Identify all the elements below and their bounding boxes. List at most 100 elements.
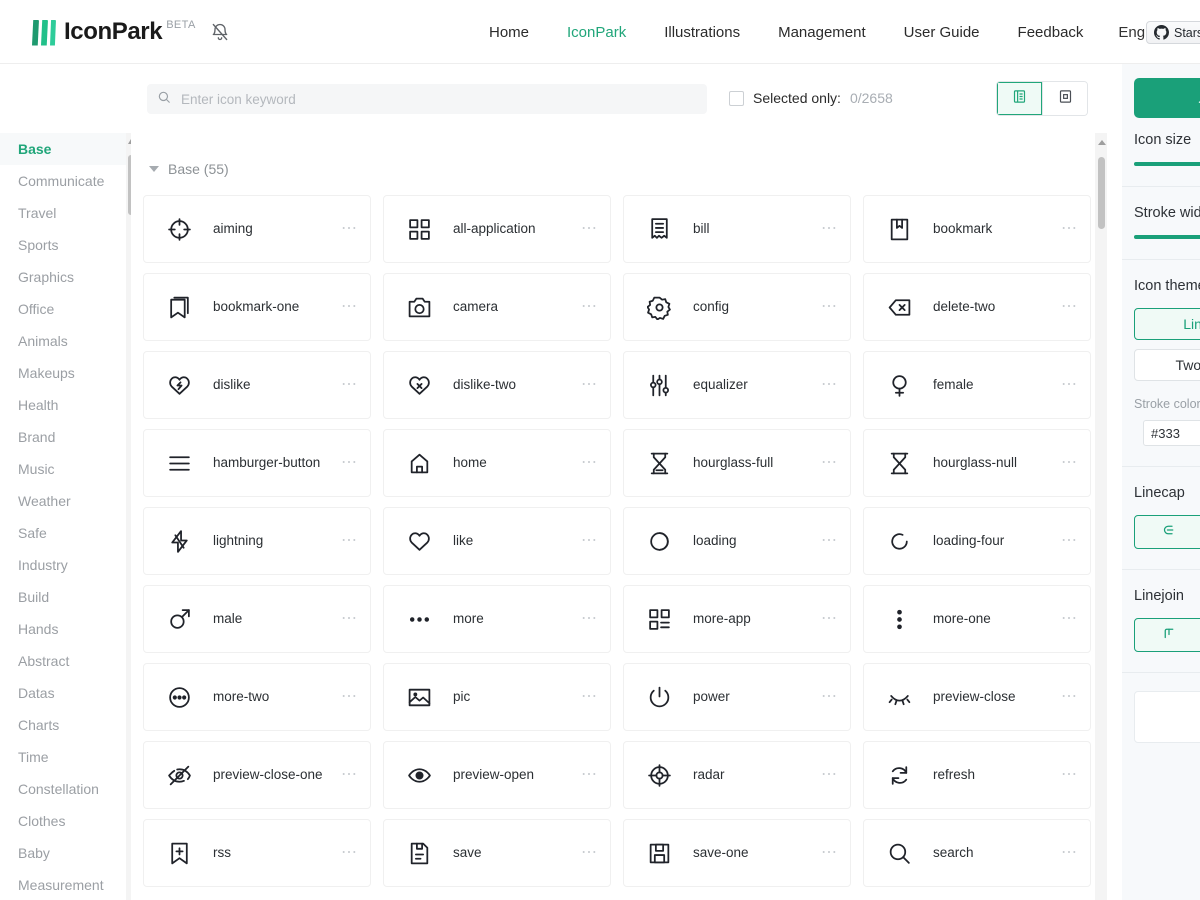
grid-scrollbar[interactable] (1095, 133, 1107, 900)
sidebar-item-weather[interactable]: Weather (0, 485, 129, 517)
sidebar-item-hands[interactable]: Hands (0, 613, 129, 645)
icon-cell[interactable]: hamburger-button ⋯ (143, 429, 371, 497)
stroke-color-input[interactable] (1143, 420, 1200, 446)
selected-only-checkbox[interactable] (729, 90, 744, 106)
icon-cell[interactable]: rss ⋯ (143, 819, 371, 887)
icon-more-button[interactable]: ⋯ (1061, 845, 1078, 861)
icon-more-button[interactable]: ⋯ (821, 299, 838, 315)
icon-more-button[interactable]: ⋯ (821, 533, 838, 549)
stroke-width-slider[interactable] (1134, 235, 1200, 239)
icon-cell[interactable]: dislike ⋯ (143, 351, 371, 419)
linejoin-miter-button[interactable] (1134, 618, 1200, 652)
icon-size-slider[interactable] (1134, 162, 1200, 166)
search-box[interactable] (147, 84, 707, 114)
icon-cell[interactable]: hourglass-full ⋯ (623, 429, 851, 497)
icon-more-button[interactable]: ⋯ (1061, 221, 1078, 237)
icon-cell[interactable]: radar ⋯ (623, 741, 851, 809)
icon-more-button[interactable]: ⋯ (581, 845, 598, 861)
icon-cell[interactable]: preview-close ⋯ (863, 663, 1091, 731)
icon-cell[interactable]: loading-four ⋯ (863, 507, 1091, 575)
sidebar-item-charts[interactable]: Charts (0, 709, 129, 741)
nav-item-management[interactable]: Management (759, 24, 885, 41)
icon-cell[interactable]: config ⋯ (623, 273, 851, 341)
icon-cell[interactable]: bookmark ⋯ (863, 195, 1091, 263)
sidebar-item-constellation[interactable]: Constellation (0, 773, 129, 805)
icon-more-button[interactable]: ⋯ (341, 377, 358, 393)
search-input[interactable] (181, 91, 697, 107)
nav-item-home[interactable]: Home (470, 24, 548, 41)
icon-cell[interactable]: pic ⋯ (383, 663, 611, 731)
icon-more-button[interactable]: ⋯ (581, 611, 598, 627)
icon-more-button[interactable]: ⋯ (341, 689, 358, 705)
sidebar-item-health[interactable]: Health (0, 389, 129, 421)
icon-cell[interactable]: aiming ⋯ (143, 195, 371, 263)
sidebar-item-industry[interactable]: Industry (0, 549, 129, 581)
github-stars-button[interactable]: Stars (1146, 21, 1200, 44)
icon-cell[interactable]: more-one ⋯ (863, 585, 1091, 653)
nav-item-feedback[interactable]: Feedback (999, 24, 1103, 41)
icon-more-button[interactable]: ⋯ (1061, 689, 1078, 705)
icon-cell[interactable]: delete-two ⋯ (863, 273, 1091, 341)
sidebar-item-measurement[interactable]: Measurement (0, 869, 129, 900)
sidebar-item-sports[interactable]: Sports (0, 229, 129, 261)
theme-twotone-button[interactable]: Two-to (1134, 349, 1200, 381)
sidebar-item-travel[interactable]: Travel (0, 197, 129, 229)
icon-more-button[interactable]: ⋯ (581, 767, 598, 783)
icon-more-button[interactable]: ⋯ (581, 689, 598, 705)
icon-more-button[interactable]: ⋯ (821, 377, 838, 393)
icon-cell[interactable]: like ⋯ (383, 507, 611, 575)
icon-more-button[interactable]: ⋯ (581, 533, 598, 549)
icon-more-button[interactable]: ⋯ (1061, 299, 1078, 315)
sidebar-item-datas[interactable]: Datas (0, 677, 129, 709)
icon-more-button[interactable]: ⋯ (1061, 377, 1078, 393)
icon-more-button[interactable]: ⋯ (341, 221, 358, 237)
sidebar-item-base[interactable]: Base (0, 133, 129, 165)
icon-cell[interactable]: power ⋯ (623, 663, 851, 731)
icon-more-button[interactable]: ⋯ (1061, 611, 1078, 627)
icon-more-button[interactable]: ⋯ (821, 689, 838, 705)
icon-more-button[interactable]: ⋯ (341, 767, 358, 783)
icon-cell[interactable]: more ⋯ (383, 585, 611, 653)
sidebar-item-office[interactable]: Office (0, 293, 129, 325)
nav-item-iconpark[interactable]: IconPark (548, 24, 645, 41)
icon-cell[interactable]: bookmark-one ⋯ (143, 273, 371, 341)
icon-more-button[interactable]: ⋯ (821, 455, 838, 471)
icon-more-button[interactable]: ⋯ (1061, 767, 1078, 783)
sidebar-item-clothes[interactable]: Clothes (0, 805, 129, 837)
sidebar-item-brand[interactable]: Brand (0, 421, 129, 453)
icon-cell[interactable]: search ⋯ (863, 819, 1091, 887)
view-mode-list-button[interactable] (997, 82, 1042, 115)
icon-more-button[interactable]: ⋯ (581, 377, 598, 393)
nav-item-illustrations[interactable]: Illustrations (645, 24, 759, 41)
sidebar-item-build[interactable]: Build (0, 581, 129, 613)
icon-cell[interactable]: preview-close-one ⋯ (143, 741, 371, 809)
icon-cell[interactable]: more-app ⋯ (623, 585, 851, 653)
icon-cell[interactable]: female ⋯ (863, 351, 1091, 419)
icon-more-button[interactable]: ⋯ (821, 221, 838, 237)
category-sidebar[interactable]: Base Communicate Travel Sports Graphics Offic… (0, 133, 130, 900)
sidebar-item-animals[interactable]: Animals (0, 325, 129, 357)
icon-cell[interactable]: lightning ⋯ (143, 507, 371, 575)
bell-off-icon[interactable] (210, 22, 230, 47)
icon-cell[interactable]: preview-open ⋯ (383, 741, 611, 809)
sidebar-item-abstract[interactable]: Abstract (0, 645, 129, 677)
icon-cell[interactable]: loading ⋯ (623, 507, 851, 575)
icon-cell[interactable]: hourglass-null ⋯ (863, 429, 1091, 497)
sidebar-item-safe[interactable]: Safe (0, 517, 129, 549)
icon-more-button[interactable]: ⋯ (581, 455, 598, 471)
icon-cell[interactable]: equalizer ⋯ (623, 351, 851, 419)
icon-more-button[interactable]: ⋯ (821, 611, 838, 627)
grid-scrollbar-thumb[interactable] (1098, 157, 1105, 229)
view-mode-grid-button[interactable] (1042, 82, 1087, 115)
nav-item-user-guide[interactable]: User Guide (885, 24, 999, 41)
icon-cell[interactable]: male ⋯ (143, 585, 371, 653)
chevron-down-icon[interactable] (149, 166, 159, 172)
icon-cell[interactable]: all-application ⋯ (383, 195, 611, 263)
sidebar-item-makeups[interactable]: Makeups (0, 357, 129, 389)
linecap-butt-button[interactable] (1134, 515, 1200, 549)
icon-more-button[interactable]: ⋯ (581, 221, 598, 237)
icon-more-button[interactable]: ⋯ (341, 533, 358, 549)
icon-cell[interactable]: dislike-two ⋯ (383, 351, 611, 419)
icon-cell[interactable]: bill ⋯ (623, 195, 851, 263)
icon-more-button[interactable]: ⋯ (341, 845, 358, 861)
